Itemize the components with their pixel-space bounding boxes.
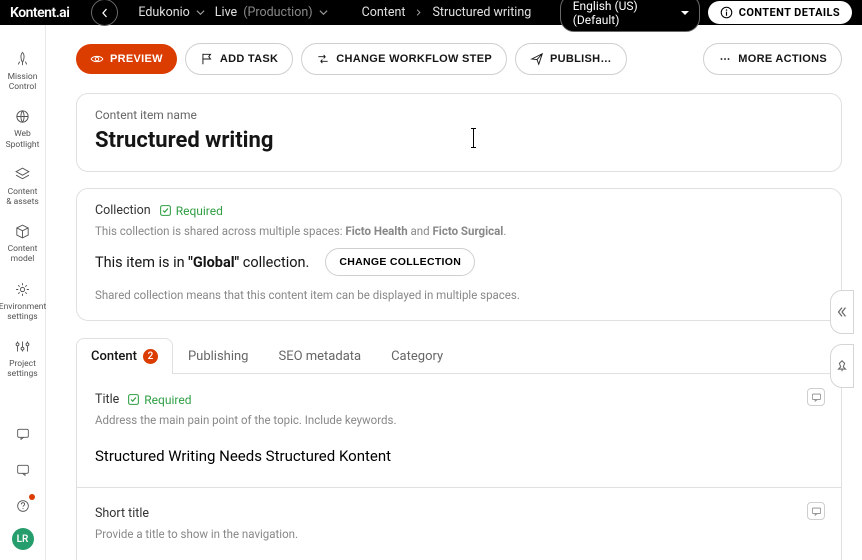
rail-content-model[interactable]: Content model xyxy=(0,215,45,272)
check-icon xyxy=(127,393,140,406)
rail-label: Mission Control xyxy=(8,72,38,92)
pin-icon xyxy=(835,359,849,373)
rail-label: Web Spotlight xyxy=(6,129,40,149)
preview-label: PREVIEW xyxy=(110,53,163,65)
env-suffix: (Production) xyxy=(243,5,312,20)
rail-project-settings[interactable]: Project settings xyxy=(0,330,45,387)
form-container: Title Required Address the main pain poi… xyxy=(76,374,842,560)
title-helper: Address the main pain point of the topic… xyxy=(95,413,823,427)
pin-panel-button[interactable] xyxy=(830,344,854,388)
publish-label: PUBLISH… xyxy=(550,53,612,65)
short-title-label: Short title xyxy=(95,506,149,521)
breadcrumb-item: Structured writing xyxy=(432,5,531,20)
change-collection-button[interactable]: CHANGE COLLECTION xyxy=(325,248,475,276)
tab-content-badge: 2 xyxy=(143,349,158,364)
chevron-left-icon xyxy=(100,8,110,18)
comment-icon xyxy=(811,506,822,517)
double-chevron-left-icon xyxy=(835,305,849,319)
chat-bubble-icon xyxy=(15,462,31,478)
more-actions-button[interactable]: MORE ACTIONS xyxy=(703,43,842,75)
rail-label: Content model xyxy=(8,244,38,264)
collection-value-text: This item is in "Global" collection. xyxy=(95,254,309,271)
arrows-icon xyxy=(316,52,330,66)
left-nav-rail: Mission Control Web Spotlight Content & … xyxy=(0,25,46,560)
collection-shared-note: Shared collection means that this conten… xyxy=(95,288,823,302)
text-cursor xyxy=(473,128,474,148)
add-task-label: ADD TASK xyxy=(220,53,278,65)
add-task-button[interactable]: ADD TASK xyxy=(185,43,293,75)
rail-notifications-button[interactable] xyxy=(9,456,37,484)
rail-label: Environment settings xyxy=(0,302,46,322)
chat-icon xyxy=(15,426,31,442)
chevron-down-icon xyxy=(319,8,328,17)
tab-seo[interactable]: SEO metadata xyxy=(263,338,376,374)
flag-icon xyxy=(200,52,214,66)
item-name-card: Content item name Structured writing xyxy=(76,93,842,172)
rail-content-assets[interactable]: Content & assets xyxy=(0,158,45,215)
rail-label: Project settings xyxy=(7,359,37,379)
tab-content[interactable]: Content 2 xyxy=(76,338,173,374)
short-title-field-block: Short title Provide a title to show in t… xyxy=(77,488,841,560)
change-workflow-button[interactable]: CHANGE WORKFLOW STEP xyxy=(301,43,507,75)
tab-content-label: Content xyxy=(91,349,137,364)
content-details-button[interactable]: CONTENT DETAILS xyxy=(708,1,852,24)
sliders-icon xyxy=(14,338,31,355)
notification-dot xyxy=(29,494,35,500)
check-icon xyxy=(159,204,172,217)
publish-button[interactable]: PUBLISH… xyxy=(515,43,627,75)
main-content: PREVIEW ADD TASK CHANGE WORKFLOW STEP PU… xyxy=(46,25,862,560)
title-field-block: Title Required Address the main pain poi… xyxy=(77,374,841,488)
change-workflow-label: CHANGE WORKFLOW STEP xyxy=(336,53,492,65)
env-label: Live xyxy=(215,5,237,20)
project-selector[interactable]: Edukonio xyxy=(138,5,204,20)
short-title-helper: Provide a title to show in the navigatio… xyxy=(95,527,823,541)
preview-button[interactable]: PREVIEW xyxy=(76,44,177,74)
chevron-right-icon xyxy=(415,9,422,16)
tab-category[interactable]: Category xyxy=(376,338,458,374)
rail-help-button[interactable] xyxy=(9,492,37,520)
user-avatar[interactable]: LR xyxy=(12,528,34,550)
chevron-down-icon xyxy=(196,8,205,17)
collection-label: Collection xyxy=(95,203,151,218)
send-icon xyxy=(530,52,544,66)
item-name-label: Content item name xyxy=(95,108,823,122)
comment-button[interactable] xyxy=(807,502,825,520)
rail-mission-control[interactable]: Mission Control xyxy=(0,43,45,100)
gear-icon xyxy=(14,281,31,298)
app-logo: Kontent.ai xyxy=(10,5,69,21)
rail-label: Content & assets xyxy=(6,187,38,207)
required-badge: Required xyxy=(159,204,223,218)
help-icon xyxy=(15,498,31,514)
info-icon xyxy=(720,6,733,19)
rail-environment-settings[interactable]: Environment settings xyxy=(0,273,45,330)
content-tabs: Content 2 Publishing SEO metadata Catego… xyxy=(76,337,842,374)
layers-icon xyxy=(14,166,31,183)
dots-icon xyxy=(718,52,732,66)
required-badge: Required xyxy=(127,393,191,407)
more-actions-label: MORE ACTIONS xyxy=(738,53,827,65)
tab-publishing[interactable]: Publishing xyxy=(173,338,264,374)
expand-panel-button[interactable] xyxy=(830,290,854,334)
title-field-label: Title xyxy=(95,392,119,407)
collection-helper: This collection is shared across multipl… xyxy=(95,224,823,238)
rail-web-spotlight[interactable]: Web Spotlight xyxy=(0,100,45,157)
item-name-value[interactable]: Structured writing xyxy=(95,128,823,153)
environment-selector[interactable]: Live (Production) xyxy=(215,5,328,20)
rail-feedback-button[interactable] xyxy=(9,420,37,448)
back-button[interactable] xyxy=(91,0,118,26)
title-input[interactable] xyxy=(95,447,823,465)
content-details-label: CONTENT DETAILS xyxy=(739,6,840,19)
comment-button[interactable] xyxy=(807,388,825,406)
project-name: Edukonio xyxy=(138,5,189,20)
breadcrumb-content[interactable]: Content xyxy=(362,5,406,20)
comment-icon xyxy=(811,392,822,403)
eye-icon xyxy=(90,52,104,66)
cube-icon xyxy=(14,223,31,240)
collection-card: Collection Required This collection is s… xyxy=(76,188,842,321)
globe-icon xyxy=(14,108,31,125)
rocket-icon xyxy=(14,51,31,68)
